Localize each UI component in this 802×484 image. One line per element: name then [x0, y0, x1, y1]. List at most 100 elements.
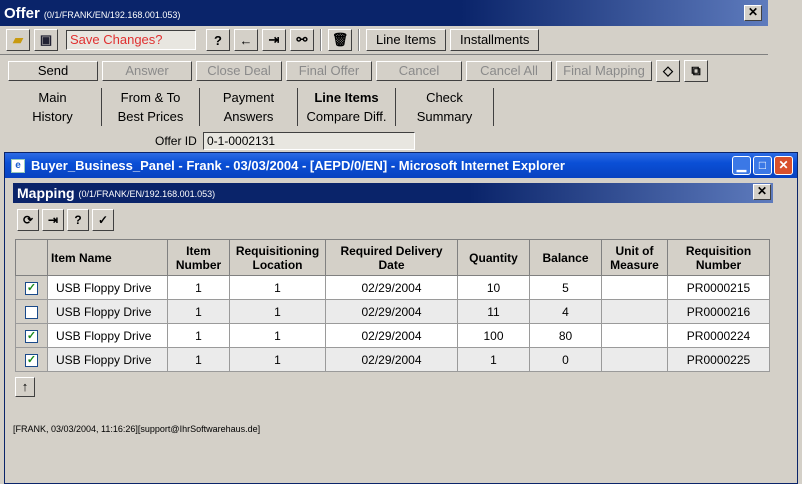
location-cell: 1 [229, 323, 326, 348]
item-number-cell: 1 [167, 299, 230, 324]
maximize-button[interactable]: □ [753, 156, 772, 175]
offer-close-button[interactable]: ✕ [744, 5, 762, 21]
close-button[interactable]: ✕ [774, 156, 793, 175]
mapping-title: Mapping [17, 185, 75, 201]
row-select-cell [15, 299, 48, 324]
location-cell: 1 [229, 275, 326, 300]
uom-cell [601, 275, 668, 300]
delivery-date-cell: 02/29/2004 [325, 275, 458, 300]
toolbar-separator [320, 29, 322, 51]
req-number-cell: PR0000225 [667, 347, 770, 372]
column-header-item-name[interactable]: Item Name [47, 239, 168, 276]
row-select-cell: ✓ [15, 347, 48, 372]
req-number-cell: PR0000215 [667, 275, 770, 300]
uom-cell [601, 347, 668, 372]
tab-history[interactable]: History [4, 107, 102, 126]
save-icon[interactable]: ▣ [34, 29, 58, 51]
location-cell: 1 [229, 299, 326, 324]
binoculars-icon[interactable]: ⚯ [290, 29, 314, 51]
answer-button[interactable]: Answer [102, 61, 192, 81]
table-row[interactable]: USB Floppy Drive 1 1 02/29/2004 11 4 PR0… [15, 299, 770, 324]
save-changes-field: Save Changes? [66, 30, 196, 50]
quantity-cell: 100 [457, 323, 530, 348]
refresh-doc-icon[interactable]: ⟳ [17, 209, 39, 231]
item-number-cell: 1 [167, 347, 230, 372]
item-name-cell: USB Floppy Drive [47, 299, 168, 324]
offer-action-bar: Send Answer Close Deal Final Offer Cance… [0, 56, 768, 86]
tab-best-prices[interactable]: Best Prices [102, 107, 200, 126]
row-checkbox[interactable] [25, 305, 38, 319]
mapping-table: Item Name Item Number Requisitioning Loc… [15, 239, 770, 372]
cancel-button[interactable]: Cancel [376, 61, 462, 81]
table-row[interactable]: ✓ USB Floppy Drive 1 1 02/29/2004 10 5 P… [15, 275, 770, 300]
toolbar-separator [358, 29, 360, 51]
tab-row: Main From & To Payment Line Items Check [4, 88, 764, 107]
close-deal-button[interactable]: Close Deal [196, 61, 282, 81]
delivery-date-cell: 02/29/2004 [325, 299, 458, 324]
column-header-req-number[interactable]: Requisition Number [667, 239, 770, 276]
table-header-row: Item Name Item Number Requisitioning Loc… [15, 239, 770, 276]
final-offer-button[interactable]: Final Offer [286, 61, 372, 81]
quantity-cell: 10 [457, 275, 530, 300]
balance-cell: 0 [529, 347, 602, 372]
cancel-all-button[interactable]: Cancel All [466, 61, 552, 81]
tab-summary[interactable]: Summary [396, 107, 494, 126]
column-header-uom[interactable]: Unit of Measure [601, 239, 668, 276]
send-button[interactable]: Send [8, 61, 98, 81]
ie-window: e Buyer_Business_Panel - Frank - 03/03/2… [4, 152, 798, 484]
final-mapping-button[interactable]: Final Mapping [556, 61, 652, 81]
exit-icon[interactable]: ⇥ [42, 209, 64, 231]
tab-line-items[interactable]: Line Items [298, 88, 396, 107]
quantity-cell: 11 [457, 299, 530, 324]
tab-answers[interactable]: Answers [200, 107, 298, 126]
line-items-button[interactable]: Line Items [366, 29, 446, 51]
minimize-button[interactable]: ▁ [732, 156, 751, 175]
offer-id-field[interactable]: 0-1-0002131 [203, 132, 415, 150]
offer-window-title: Offer [4, 4, 40, 22]
tag-icon[interactable]: ◇ [656, 60, 680, 82]
req-number-cell: PR0000216 [667, 299, 770, 324]
row-checkbox[interactable]: ✓ [25, 353, 38, 367]
column-header-location[interactable]: Requisitioning Location [229, 239, 326, 276]
row-checkbox[interactable]: ✓ [25, 329, 38, 343]
mapping-toolbar: ⟳ ⇥ ? ✓ [15, 207, 114, 233]
tab-payment[interactable]: Payment [200, 88, 298, 107]
column-header-quantity[interactable]: Quantity [457, 239, 530, 276]
req-number-cell: PR0000224 [667, 323, 770, 348]
column-header-balance[interactable]: Balance [529, 239, 602, 276]
offer-title-bar: Offer (0/1/FRANK/EN/192.168.001.053) ✕ [0, 0, 768, 26]
offer-id-label: Offer ID [155, 134, 197, 148]
tab-check[interactable]: Check [396, 88, 494, 107]
up-arrow-icon[interactable]: ↑ [15, 377, 35, 397]
delivery-date-cell: 02/29/2004 [325, 347, 458, 372]
status-footer: [FRANK, 03/03/2004, 11:16:26][support@Ih… [13, 424, 261, 434]
location-cell: 1 [229, 347, 326, 372]
help-icon[interactable]: ? [67, 209, 89, 231]
ie-title-bar: e Buyer_Business_Panel - Frank - 03/03/2… [5, 153, 797, 178]
item-name-cell: USB Floppy Drive [47, 323, 168, 348]
copy-icon[interactable]: ⧉ [684, 60, 708, 82]
table-row[interactable]: ✓ USB Floppy Drive 1 1 02/29/2004 1 0 PR… [15, 347, 770, 372]
installments-button[interactable]: Installments [449, 29, 540, 51]
tab-from-to[interactable]: From & To [102, 88, 200, 107]
table-row[interactable]: ✓ USB Floppy Drive 1 1 02/29/2004 100 80… [15, 323, 770, 348]
item-name-cell: USB Floppy Drive [47, 275, 168, 300]
checkmark-icon[interactable]: ✓ [92, 209, 114, 231]
tab-main[interactable]: Main [4, 88, 102, 107]
row-checkbox[interactable]: ✓ [25, 281, 38, 295]
uom-cell [601, 299, 668, 324]
column-header-item-number[interactable]: Item Number [167, 239, 230, 276]
column-header-delivery-date[interactable]: Required Delivery Date [325, 239, 458, 276]
offer-window-path: (0/1/FRANK/EN/192.168.001.053) [43, 9, 181, 20]
trash-icon[interactable]: 🗑 [328, 29, 352, 51]
help-icon[interactable]: ? [206, 29, 230, 51]
tab-compare-diff[interactable]: Compare Diff. [298, 107, 396, 126]
offer-toolbar: ▰ ▣ Save Changes? ? ← ⇥ ⚯ 🗑 Line Items I… [0, 26, 768, 55]
mapping-path: (0/1/FRANK/EN/192.168.001.053) [78, 189, 216, 199]
mapping-close-button[interactable]: ✕ [753, 184, 771, 200]
balance-cell: 4 [529, 299, 602, 324]
open-folder-icon[interactable]: ▰ [6, 29, 30, 51]
back-arrow-icon[interactable]: ← [234, 29, 258, 51]
offer-tabs: Main From & To Payment Line Items Check … [4, 88, 764, 126]
exit-icon[interactable]: ⇥ [262, 29, 286, 51]
